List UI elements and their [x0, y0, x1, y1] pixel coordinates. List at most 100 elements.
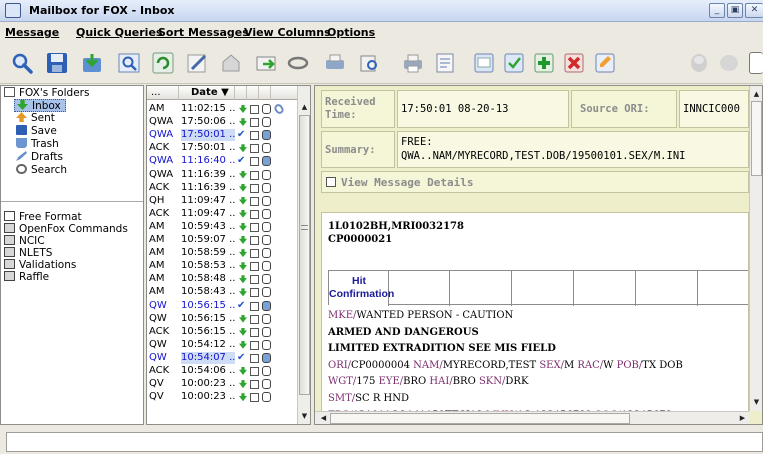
menu-sort-messages[interactable]: Sort Messages — [158, 26, 249, 39]
column-type-header[interactable]: ... — [147, 86, 179, 100]
close-button[interactable]: ✕ — [745, 3, 763, 18]
toolbar-search-field[interactable] — [749, 52, 763, 74]
row-checkbox[interactable] — [250, 262, 259, 272]
row-checkbox[interactable] — [250, 340, 259, 350]
scroll-right-arrow-icon[interactable]: ▶ — [736, 412, 749, 424]
folder-trash[interactable]: Trash — [16, 138, 59, 151]
printer-icon[interactable] — [402, 52, 424, 74]
table-row[interactable]: ACK 10:54:06 ... — [147, 365, 296, 377]
row-checkbox[interactable] — [250, 170, 259, 180]
list-scrollbar[interactable]: ▲ ▼ — [297, 86, 310, 424]
detail-horizontal-scrollbar[interactable]: ◀ ▶ — [315, 411, 749, 424]
row-checkbox[interactable] — [250, 380, 259, 390]
row-checkbox[interactable] — [250, 209, 259, 219]
menu-quick-queries[interactable]: Quick Queries — [76, 26, 162, 39]
column-status-header[interactable] — [235, 86, 247, 100]
row-checkbox[interactable] — [250, 196, 259, 206]
inbox-download-icon[interactable] — [81, 52, 103, 74]
note-icon[interactable] — [473, 52, 495, 74]
column-date-header[interactable]: Date ▼ — [179, 86, 235, 100]
table-row[interactable]: QH 11:09:47 ... — [147, 195, 296, 207]
save-icon[interactable] — [46, 52, 68, 74]
row-checkbox[interactable] — [250, 105, 259, 114]
menu-message[interactable]: Message — [5, 26, 59, 39]
table-row[interactable]: QWA 11:16:40 ... ✔ — [147, 155, 296, 168]
minimize-button[interactable]: _ — [709, 3, 725, 18]
menu-options[interactable]: Options — [327, 26, 375, 39]
document-icon[interactable] — [434, 52, 456, 74]
table-row[interactable]: QWA 11:16:39 ... — [147, 169, 296, 181]
print-icon[interactable] — [324, 52, 346, 74]
table-row[interactable]: AM 10:58:53 ... — [147, 260, 296, 272]
table-row[interactable]: AM 10:58:59 ... — [147, 247, 296, 259]
detail-scroll-thumb[interactable] — [751, 101, 762, 176]
add-icon[interactable] — [533, 52, 555, 74]
row-checkbox[interactable] — [250, 314, 259, 324]
table-row[interactable]: QV 10:00:23 ... — [147, 391, 296, 403]
scroll-up-arrow-icon[interactable]: ▲ — [298, 101, 310, 114]
print-preview-icon[interactable] — [358, 52, 380, 74]
hit-confirmation-label[interactable]: Hit Confirmation — [329, 275, 394, 301]
row-checkbox[interactable] — [250, 236, 259, 245]
scroll-left-arrow-icon[interactable]: ◀ — [317, 412, 330, 424]
view-details-checkbox[interactable] — [326, 177, 336, 187]
detail-scrollbar[interactable]: ▲ ▼ — [749, 86, 762, 411]
help-icon[interactable] — [688, 52, 710, 74]
row-checkbox[interactable] — [250, 353, 259, 363]
column-priority-header[interactable] — [259, 86, 271, 100]
table-row[interactable]: QW 10:56:15 ... ✔ — [147, 299, 296, 312]
table-row[interactable]: AM 10:58:48 ... — [147, 273, 296, 285]
list-scroll-thumb[interactable] — [299, 115, 310, 395]
delete-icon[interactable] — [563, 52, 585, 74]
folder-drafts[interactable]: Drafts — [16, 151, 63, 164]
compose-icon[interactable] — [186, 52, 208, 74]
reply-icon[interactable] — [220, 52, 242, 74]
folder-save[interactable]: Save — [16, 125, 57, 138]
hit-confirmation-cell[interactable]: Hit Confirmation — [329, 271, 394, 306]
row-checkbox[interactable] — [250, 301, 259, 311]
table-row[interactable]: ACK 11:16:39 ... — [147, 182, 296, 194]
search-icon[interactable] — [11, 52, 33, 74]
table-row[interactable]: AM 10:58:43 ... — [147, 286, 296, 298]
row-checkbox[interactable] — [250, 157, 259, 167]
table-row[interactable]: QWA 17:50:06 ... — [147, 116, 296, 128]
table-row[interactable]: AM 11:02:15 ... — [147, 102, 296, 116]
find-icon[interactable] — [118, 52, 140, 74]
maximize-button[interactable]: ▣ — [727, 3, 743, 18]
table-row[interactable]: QW 10:54:12 ... — [147, 339, 296, 351]
refresh-icon[interactable] — [152, 52, 174, 74]
envelope-check-icon[interactable] — [503, 52, 525, 74]
row-checkbox[interactable] — [250, 183, 259, 193]
table-row[interactable]: AM 10:59:07 ... — [147, 234, 296, 246]
forward-icon[interactable] — [255, 52, 277, 74]
table-row[interactable]: ACK 17:50:01 ... — [147, 142, 296, 154]
table-row[interactable]: AM 10:59:43 ... — [147, 221, 296, 233]
folder-sent[interactable]: Sent — [16, 112, 55, 125]
view-details-label[interactable]: View Message Details — [341, 176, 473, 189]
row-checkbox[interactable] — [250, 393, 259, 403]
scroll-down-arrow-icon[interactable]: ▼ — [750, 396, 762, 409]
attach-icon[interactable] — [287, 52, 309, 74]
row-checkbox[interactable] — [250, 144, 259, 154]
column-read-header[interactable] — [247, 86, 259, 100]
row-checkbox[interactable] — [250, 131, 259, 141]
row-checkbox[interactable] — [250, 275, 259, 285]
edit-icon[interactable] — [594, 52, 616, 74]
folder-inbox[interactable]: Inbox — [14, 99, 66, 112]
form-raffle[interactable]: Raffle — [4, 271, 49, 284]
detail-hscroll-thumb[interactable] — [330, 413, 630, 424]
folder-search[interactable]: Search — [16, 164, 67, 177]
row-checkbox[interactable] — [250, 288, 259, 298]
menu-view-columns[interactable]: View Columns — [244, 26, 331, 39]
row-checkbox[interactable] — [250, 118, 259, 128]
table-row[interactable]: ACK 11:09:47 ... — [147, 208, 296, 220]
row-checkbox[interactable] — [250, 249, 259, 259]
table-row[interactable]: QV 10:00:23 ... — [147, 378, 296, 390]
table-row[interactable]: QW 10:54:07 ... ✔ — [147, 351, 296, 364]
row-checkbox[interactable] — [250, 367, 259, 376]
table-row[interactable]: ACK 10:56:15 ... — [147, 326, 296, 338]
table-row[interactable]: QW 10:56:15 ... — [147, 313, 296, 325]
scroll-down-arrow-icon[interactable]: ▼ — [298, 410, 310, 423]
table-row[interactable]: QWA 17:50:01 ... ✔ — [147, 129, 296, 142]
row-checkbox[interactable] — [250, 222, 259, 232]
